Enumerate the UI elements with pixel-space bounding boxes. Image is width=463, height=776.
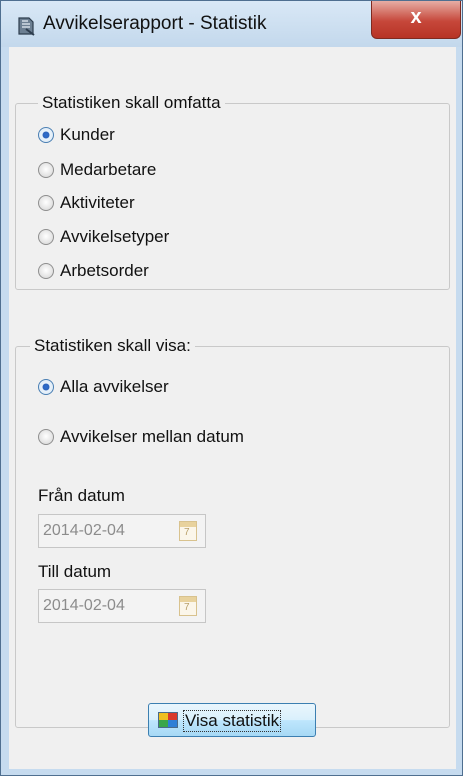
from-date-value[interactable]: 2014-02-04 [43,522,125,540]
radio-avvikelser-mellan-datum-indicator[interactable] [38,429,54,445]
radio-avvikelsetyper-indicator[interactable] [38,229,54,245]
dialog-window: Avvikelserapport - Statistik x Statistik… [0,0,463,776]
radio-aktiviteter-indicator[interactable] [38,195,54,211]
radio-avvikelsetyper-label[interactable]: Avvikelsetyper [60,227,169,247]
to-date-label: Till datum [38,562,112,581]
scope-group-legend: Statistiken skall omfatta [38,93,225,113]
calendar-day-number: 7 [184,527,190,538]
to-date-value[interactable]: 2014-02-04 [43,597,125,615]
radio-alla-avvikelser-indicator[interactable] [38,379,54,395]
show-groupbox: Statistiken skall visa: Alla avvikelser … [15,336,450,728]
close-button[interactable]: x [371,1,461,39]
calendar-icon[interactable]: 7 [179,596,197,616]
show-statistics-button[interactable]: Visa statistik [148,703,316,737]
from-date-label: Från datum [38,486,125,505]
radio-arbetsorder-indicator[interactable] [38,263,54,279]
scope-groupbox: Statistiken skall omfatta Kunder Medarbe… [15,93,450,290]
dialog-content: Statistiken skall omfatta Kunder Medarbe… [9,47,456,769]
radio-arbetsorder-label[interactable]: Arbetsorder [60,261,149,281]
calendar-icon[interactable]: 7 [179,521,197,541]
radio-avvikelser-mellan-datum-label[interactable]: Avvikelser mellan datum [60,427,244,447]
radio-kunder-label[interactable]: Kunder [60,125,115,145]
chart-icon [158,712,178,728]
show-statistics-label[interactable]: Visa statistik [182,710,282,732]
show-group-legend: Statistiken skall visa: [30,336,195,356]
radio-aktiviteter-label[interactable]: Aktiviteter [60,193,135,213]
calendar-day-number: 7 [184,602,190,613]
window-title: Avvikelserapport - Statistik [43,13,267,34]
from-date-picker[interactable]: 2014-02-04 7 [38,514,206,548]
radio-medarbetare-indicator[interactable] [38,162,54,178]
radio-medarbetare-label[interactable]: Medarbetare [60,160,156,180]
radio-kunder-indicator[interactable] [38,127,54,143]
radio-alla-avvikelser-label[interactable]: Alla avvikelser [60,377,169,397]
app-icon [18,17,35,36]
title-bar[interactable]: Avvikelserapport - Statistik x [1,1,462,47]
to-date-picker[interactable]: 2014-02-04 7 [38,589,206,623]
